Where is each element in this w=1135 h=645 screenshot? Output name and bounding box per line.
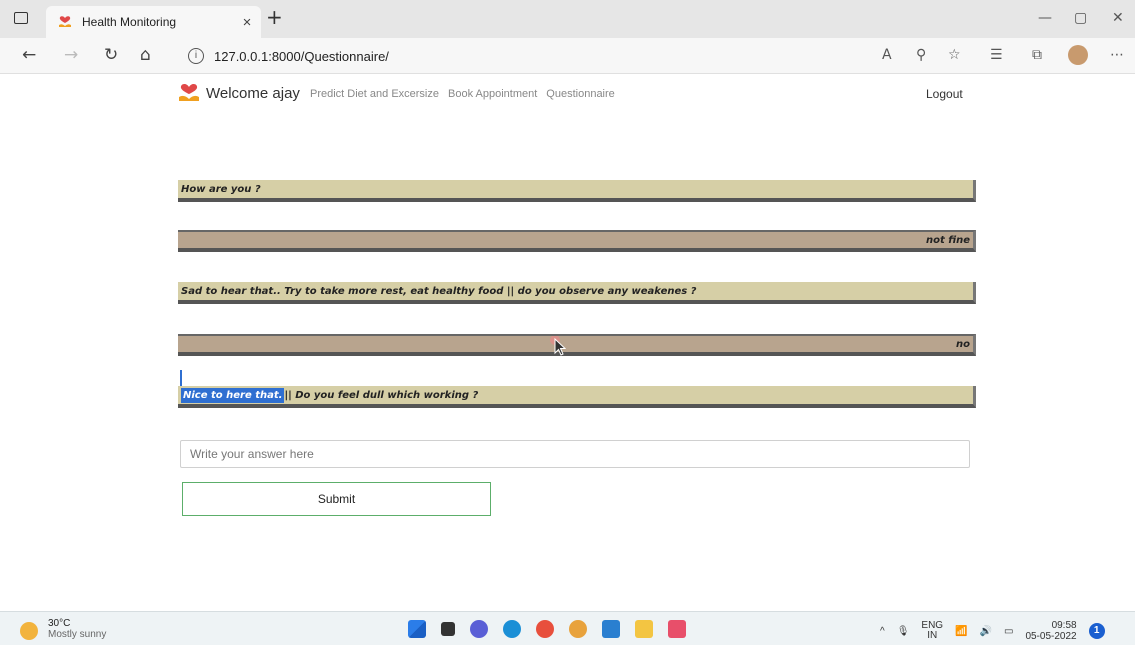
browser-tab[interactable]: Health Monitoring ×	[46, 6, 261, 38]
task-view-icon[interactable]	[441, 622, 455, 636]
nav-link-book-appointment[interactable]: Book Appointment	[448, 88, 537, 100]
battery-icon[interactable]: ▭	[1004, 626, 1013, 637]
user-answer: no	[178, 334, 976, 356]
forward-arrow-icon[interactable]: →	[64, 45, 78, 65]
region-code: IN	[927, 630, 938, 641]
chevron-up-icon[interactable]: ^	[880, 626, 885, 637]
health-favicon-icon	[59, 16, 71, 27]
clock[interactable]: 09:58 05-05-2022	[1025, 620, 1076, 642]
time: 09:58	[1051, 620, 1077, 631]
notification-badge[interactable]: 1	[1088, 623, 1105, 639]
tab-actions-icon[interactable]	[14, 12, 28, 24]
nav-link-questionnaire[interactable]: Questionnaire	[546, 88, 615, 100]
bot-question: Nice to here that. || Do you feel dull w…	[178, 386, 976, 408]
date: 05-05-2022	[1025, 631, 1077, 642]
profile-avatar[interactable]	[1068, 45, 1088, 65]
collections-icon[interactable]: ⧉	[1032, 47, 1042, 63]
file-explorer-icon[interactable]	[635, 620, 653, 638]
answer-input[interactable]	[180, 440, 970, 468]
minimize-button[interactable]: —	[1038, 10, 1052, 26]
brand[interactable]: Welcome ajay	[178, 82, 300, 104]
close-window-button[interactable]: ✕	[1112, 10, 1124, 26]
message-text: not fine	[925, 234, 970, 246]
selected-text: Nice to here that.	[181, 387, 285, 403]
user-answer: not fine	[178, 230, 976, 252]
system-tray: ^ 🎙 ENG IN 📶 🔊 ▭ 09:58 05-05-2022 1	[880, 620, 1105, 642]
favorites-list-icon[interactable]: ☰	[990, 47, 1003, 63]
chat-icon[interactable]	[470, 620, 488, 638]
volume-icon[interactable]: 🔊	[980, 626, 992, 637]
logout-link[interactable]: Logout	[926, 87, 963, 101]
browser-toolbar: ← → ↻ ⌂ i 127.0.0.1:8000/Questionnaire/ …	[0, 38, 1135, 74]
tab-title: Health Monitoring	[82, 15, 177, 29]
more-menu-icon[interactable]: ⋯	[1110, 47, 1124, 63]
weather-widget[interactable]: 30°C Mostly sunny	[20, 618, 106, 640]
health-logo-icon	[179, 84, 199, 101]
message-text: Sad to hear that.. Try to take more rest…	[181, 285, 697, 297]
site-info-icon[interactable]: i	[188, 48, 204, 64]
nav-link-predict-diet[interactable]: Predict Diet and Excersize	[310, 88, 439, 100]
browser-tab-bar: Health Monitoring × + — ▢ ✕	[0, 0, 1135, 38]
chrome-icon[interactable]	[536, 620, 554, 638]
refresh-icon[interactable]: ↻	[104, 45, 118, 65]
home-icon[interactable]: ⌂	[140, 45, 151, 65]
read-aloud-icon[interactable]: A	[882, 47, 892, 63]
url-text: 127.0.0.1:8000/Questionnaire/	[214, 48, 389, 64]
microphone-icon[interactable]: 🎙	[897, 626, 910, 637]
message-text: || Do you feel dull which working ?	[284, 389, 479, 401]
maximize-button[interactable]: ▢	[1074, 10, 1087, 26]
back-arrow-icon[interactable]: ←	[22, 45, 36, 65]
submit-button[interactable]: Submit	[182, 482, 491, 516]
sun-icon	[20, 622, 38, 640]
message-text: How are you ?	[181, 183, 261, 195]
weather-condition: Mostly sunny	[48, 629, 107, 640]
video-app-icon[interactable]	[668, 620, 686, 638]
windows-start-icon[interactable]	[408, 620, 426, 638]
taskbar-apps	[408, 620, 686, 638]
address-bar[interactable]: i 127.0.0.1:8000/Questionnaire/	[178, 43, 948, 69]
new-tab-button[interactable]: +	[266, 5, 283, 29]
temperature: 30°C	[48, 618, 71, 629]
mouse-pointer-icon	[550, 336, 566, 356]
wifi-icon[interactable]: 📶	[955, 626, 967, 637]
favorite-star-icon[interactable]: ☆	[948, 47, 961, 63]
windows-taskbar: 30°C Mostly sunny ^ 🎙 ENG IN 📶 🔊 ▭ 09:58…	[0, 611, 1135, 645]
edge-browser-icon[interactable]	[503, 620, 521, 638]
chrome-canary-icon[interactable]	[569, 620, 587, 638]
page-content: Welcome ajay Predict Diet and Excersize …	[0, 74, 1135, 611]
zoom-icon[interactable]: ⚲	[916, 47, 926, 63]
bot-question: How are you ?	[178, 180, 976, 202]
bot-question: Sad to hear that.. Try to take more rest…	[178, 282, 976, 304]
vscode-icon[interactable]	[602, 620, 620, 638]
welcome-text: Welcome ajay	[206, 84, 300, 102]
message-text: no	[956, 338, 970, 350]
tab-close-icon[interactable]: ×	[233, 14, 261, 31]
language-indicator[interactable]: ENG IN	[921, 621, 943, 641]
main-nav: Predict Diet and Excersize Book Appointm…	[310, 88, 615, 100]
